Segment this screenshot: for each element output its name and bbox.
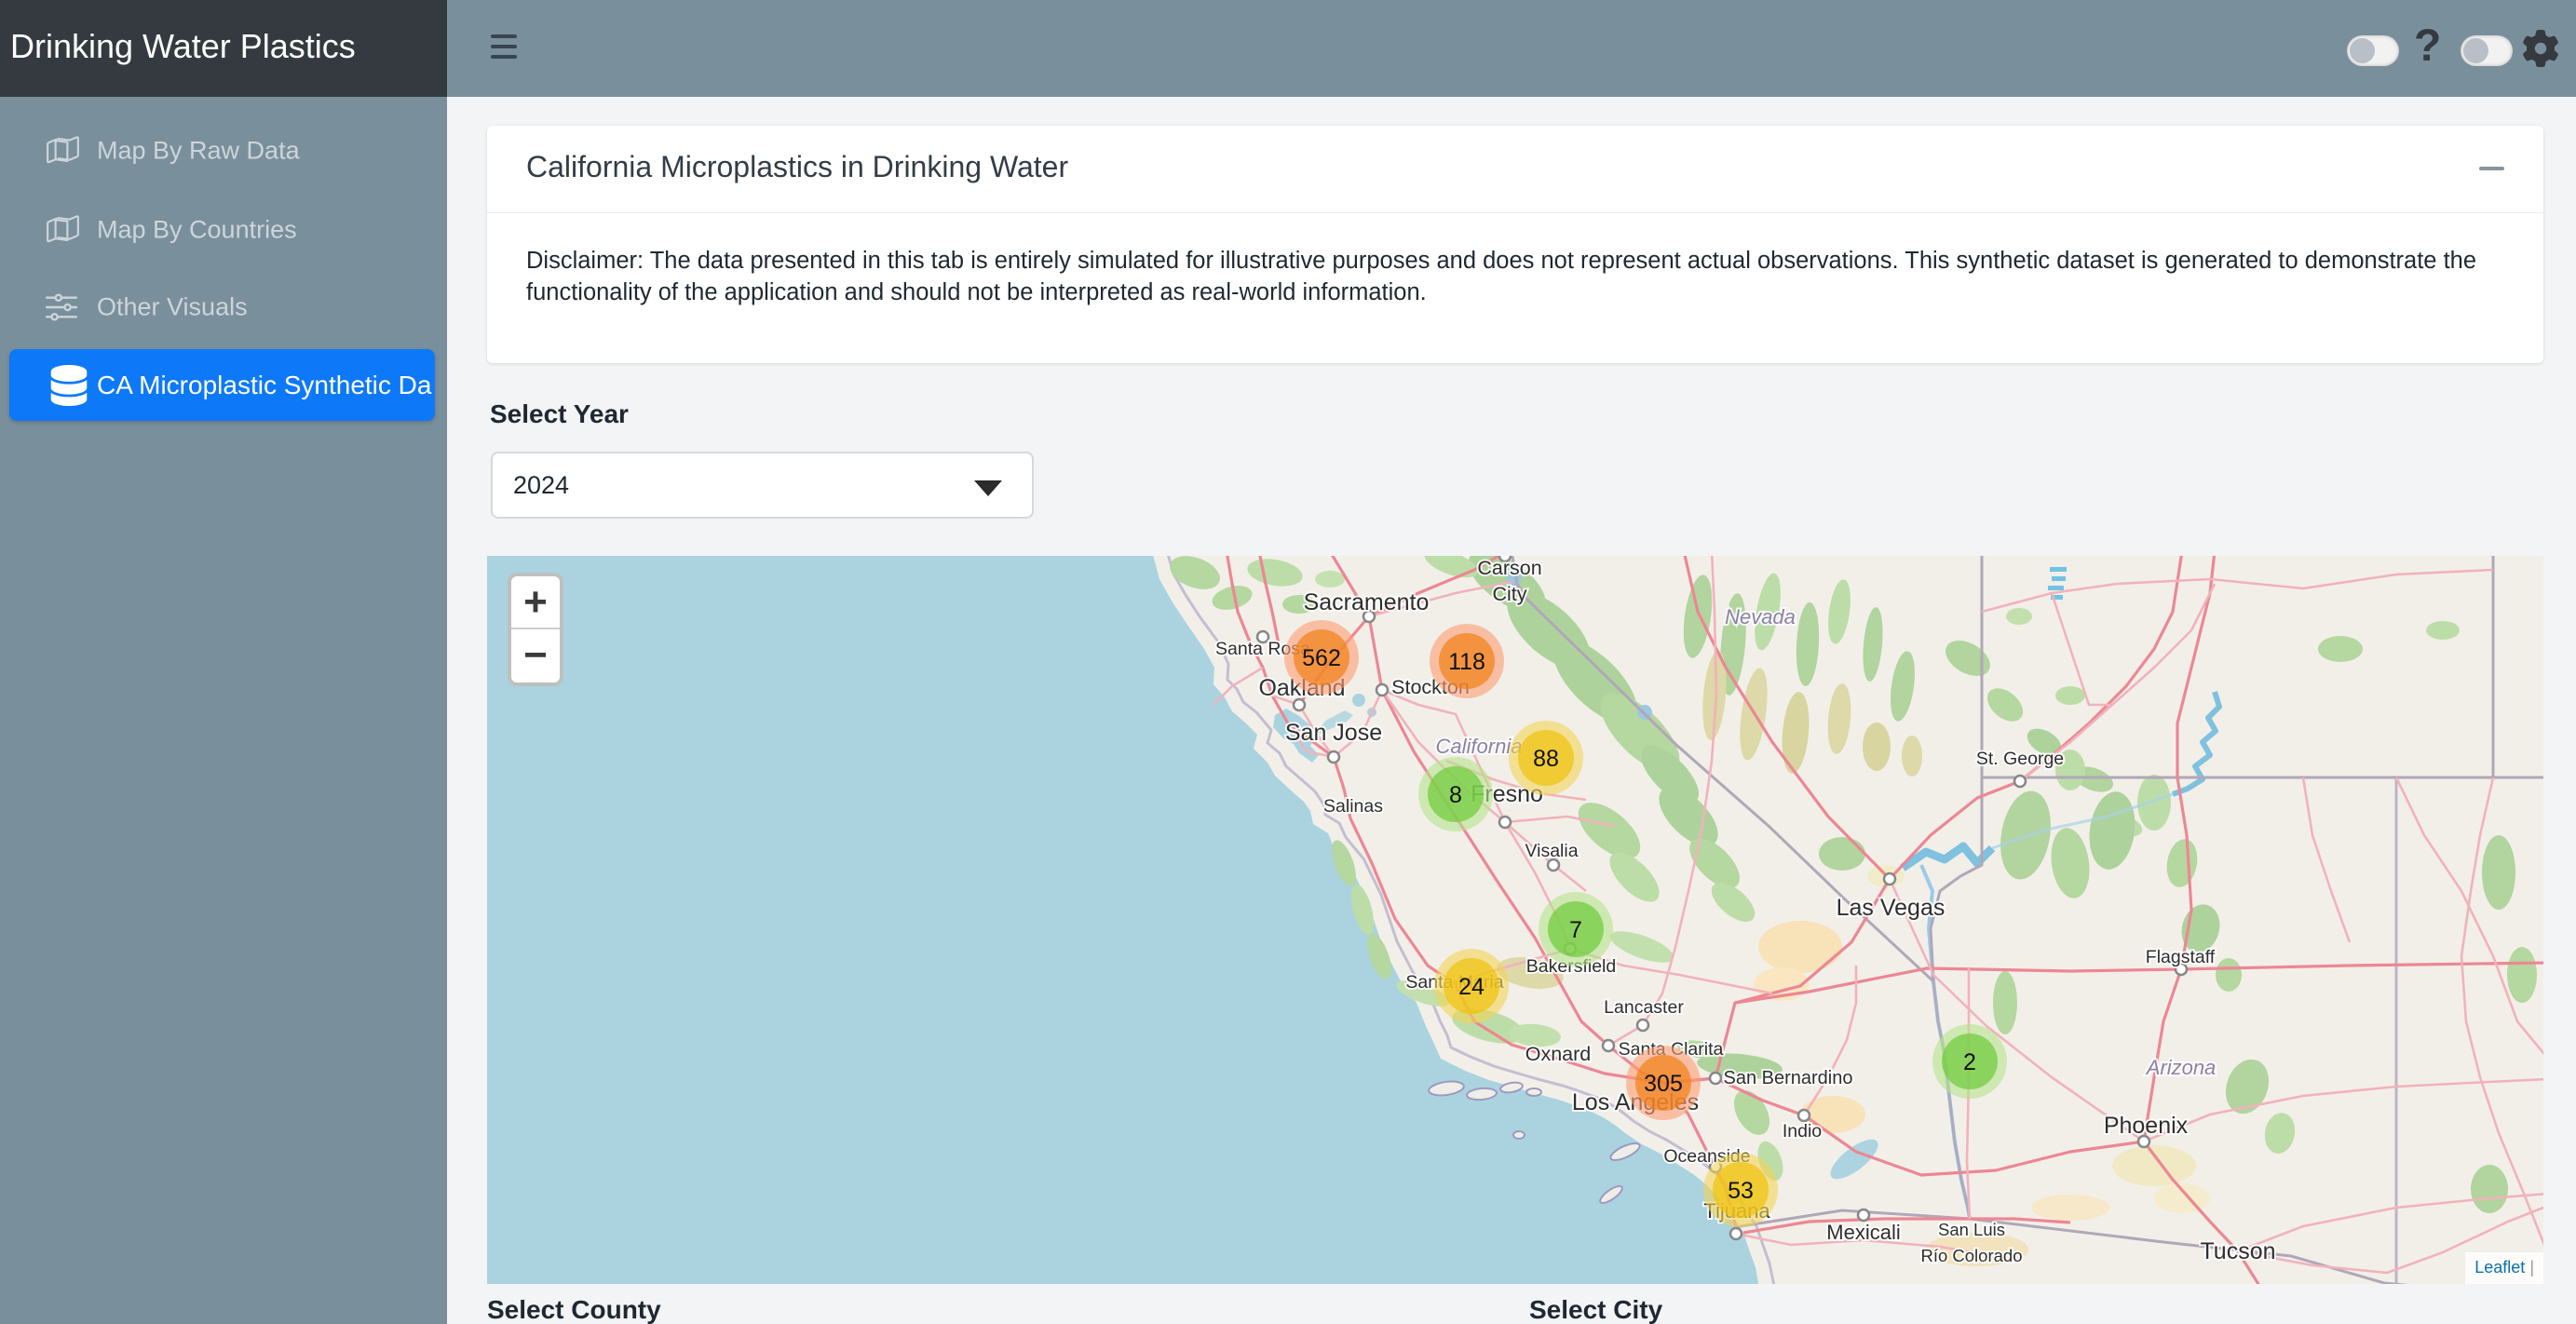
svg-text:118: 118 bbox=[1448, 649, 1485, 675]
svg-text:Oxnard: Oxnard bbox=[1525, 1043, 1592, 1065]
svg-text:2: 2 bbox=[1963, 1049, 1976, 1075]
svg-text:Phoenix: Phoenix bbox=[2104, 1113, 2189, 1139]
svg-text:Río Colorado: Río Colorado bbox=[1920, 1246, 2022, 1265]
svg-text:Lancaster: Lancaster bbox=[1604, 997, 1684, 1018]
svg-text:San Luis: San Luis bbox=[1938, 1220, 2005, 1239]
svg-text:305: 305 bbox=[1644, 1071, 1683, 1097]
svg-text:Salinas: Salinas bbox=[1323, 796, 1383, 817]
svg-text:Las Vegas: Las Vegas bbox=[1837, 895, 1946, 921]
svg-text:Visalia: Visalia bbox=[1525, 841, 1578, 861]
svg-text:Nevada: Nevada bbox=[1725, 605, 1796, 628]
svg-text:88: 88 bbox=[1533, 746, 1559, 772]
svg-text:St. George: St. George bbox=[1976, 749, 2064, 769]
svg-text:Arizona: Arizona bbox=[2145, 1056, 2217, 1079]
svg-text:Carson: Carson bbox=[1477, 557, 1541, 579]
svg-text:7: 7 bbox=[1569, 917, 1582, 943]
svg-text:24: 24 bbox=[1458, 974, 1485, 1000]
svg-text:Indio: Indio bbox=[1783, 1121, 1822, 1142]
svg-text:City: City bbox=[1492, 583, 1526, 605]
svg-text:8: 8 bbox=[1449, 782, 1462, 808]
svg-text:Mexicali: Mexicali bbox=[1826, 1221, 1900, 1244]
svg-text:San Jose: San Jose bbox=[1285, 720, 1382, 746]
svg-text:Tucson: Tucson bbox=[2200, 1238, 2275, 1264]
svg-text:53: 53 bbox=[1728, 1178, 1754, 1204]
svg-text:San Bernardino: San Bernardino bbox=[1724, 1068, 1853, 1088]
svg-text:Flagstaff: Flagstaff bbox=[2146, 947, 2216, 967]
svg-text:Sacramento: Sacramento bbox=[1304, 589, 1430, 615]
svg-text:562: 562 bbox=[1302, 645, 1341, 671]
